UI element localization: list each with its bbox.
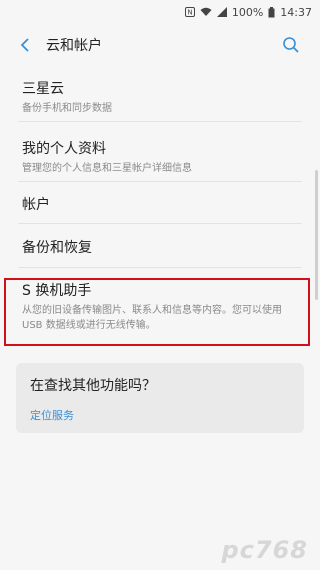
- item-subtitle: 备份手机和同步数据: [22, 103, 112, 114]
- highlight-box: [4, 278, 310, 346]
- scrollbar[interactable]: [315, 170, 318, 300]
- card-question: 在查找其他功能吗？: [30, 378, 156, 394]
- nfc-icon: N: [184, 7, 195, 17]
- battery-icon: [268, 6, 275, 18]
- list-item-my-profile[interactable]: 我的个人资料 管理您的个人信息和三星帐户详细信息: [0, 122, 320, 182]
- item-title: 三星云: [22, 81, 64, 97]
- app-bar: 云和帐户: [0, 24, 320, 66]
- item-title: 帐户: [22, 197, 50, 213]
- location-service-link[interactable]: 定位服务: [30, 407, 290, 423]
- page-title: 云和帐户: [46, 38, 102, 54]
- svg-text:N: N: [187, 9, 192, 17]
- status-bar: N 100% 14:37: [0, 0, 320, 24]
- signal-icon: [216, 7, 227, 17]
- wifi-icon: [200, 7, 212, 17]
- search-icon[interactable]: [278, 32, 304, 58]
- battery-percent: 100%: [231, 5, 264, 19]
- item-subtitle: 管理您的个人信息和三星帐户详细信息: [22, 163, 192, 174]
- suggestion-card: 在查找其他功能吗？ 定位服务: [16, 363, 304, 433]
- watermark-logo: pc768: [221, 536, 308, 564]
- list-item-accounts[interactable]: 帐户: [0, 182, 320, 224]
- list-item-backup-restore[interactable]: 备份和恢复: [0, 224, 320, 268]
- item-title: 备份和恢复: [22, 240, 92, 256]
- back-arrow-icon[interactable]: [12, 32, 38, 58]
- list-item-samsung-cloud[interactable]: 三星云 备份手机和同步数据: [0, 70, 320, 122]
- clock: 14:37: [280, 5, 312, 19]
- item-title: 我的个人资料: [22, 141, 106, 157]
